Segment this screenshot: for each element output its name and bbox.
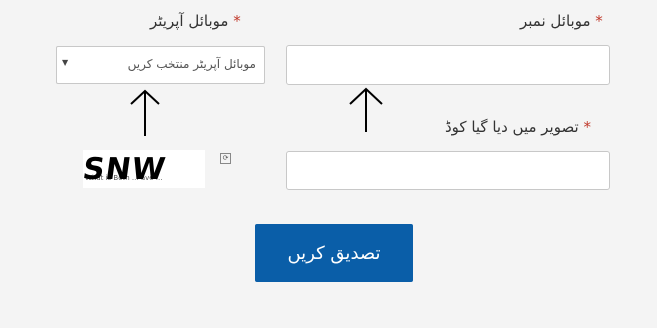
refresh-icon[interactable]: ⟳ — [220, 153, 231, 164]
verify-button[interactable]: تصدیق کریں — [255, 224, 413, 282]
mobile-number-input[interactable] — [286, 45, 610, 85]
captcha-image: What is Both ... ave ... SNW — [83, 150, 205, 188]
mobile-operator-select[interactable]: موبائل آپریٹر منتخب کریں ▼ — [56, 46, 265, 84]
required-mark: * — [583, 118, 591, 136]
captcha-code-label-text: تصویر میں دیا گیا کوڈ — [445, 118, 579, 136]
required-mark: * — [233, 12, 241, 30]
mobile-operator-label: * موبائل آپریٹر — [150, 12, 241, 30]
captcha-text: SNW — [83, 152, 169, 187]
required-mark: * — [595, 12, 603, 30]
up-arrow-annotation — [130, 89, 160, 136]
captcha-code-input[interactable] — [286, 151, 610, 190]
mobile-number-label: * موبائل نمبر — [520, 12, 603, 30]
chevron-down-icon: ▼ — [62, 58, 69, 67]
captcha-code-label: * تصویر میں دیا گیا کوڈ — [445, 118, 591, 136]
mobile-number-label-text: موبائل نمبر — [520, 12, 591, 30]
mobile-operator-selected-value: موبائل آپریٹر منتخب کریں — [127, 57, 256, 71]
up-arrow-annotation — [349, 87, 383, 132]
mobile-operator-label-text: موبائل آپریٹر — [150, 12, 229, 30]
